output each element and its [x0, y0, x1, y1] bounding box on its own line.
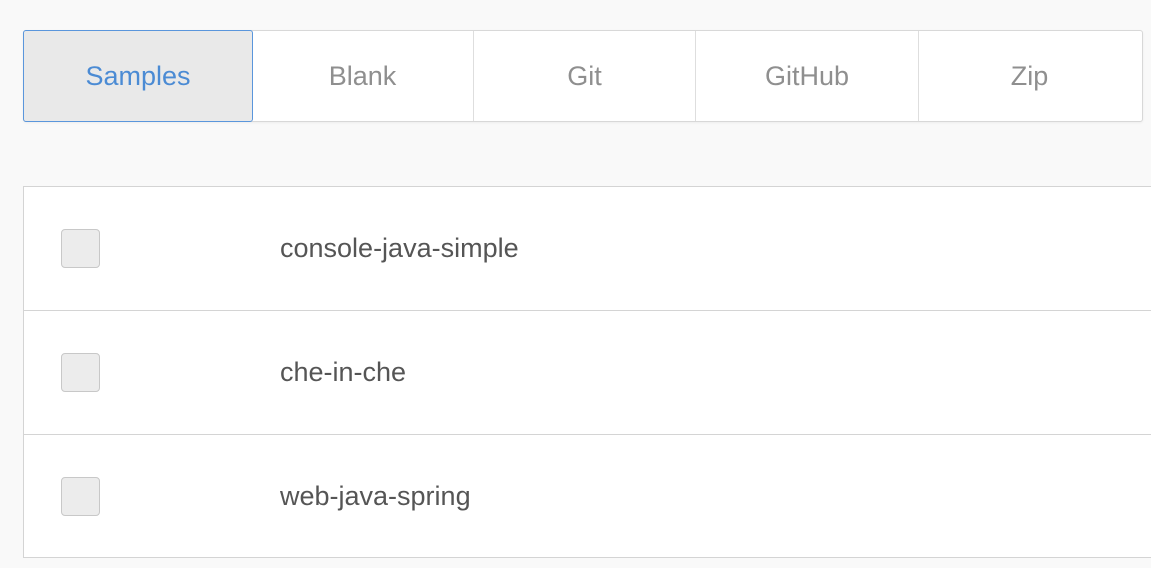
- source-type-tabs: Samples Blank Git GitHub Zip: [23, 30, 1143, 122]
- tab-zip[interactable]: Zip: [919, 31, 1140, 121]
- sample-checkbox[interactable]: [61, 477, 100, 516]
- tab-git[interactable]: Git: [474, 31, 696, 121]
- sample-name: web-java-spring: [280, 481, 471, 511]
- sample-checkbox[interactable]: [61, 353, 100, 392]
- sample-checkbox[interactable]: [61, 229, 100, 268]
- list-item[interactable]: web-java-spring: [24, 435, 1151, 558]
- tab-github[interactable]: GitHub: [696, 31, 919, 121]
- list-item[interactable]: console-java-simple: [24, 187, 1151, 311]
- list-item[interactable]: che-in-che: [24, 311, 1151, 435]
- samples-list: console-java-simple che-in-che web-java-…: [23, 186, 1151, 558]
- sample-name: console-java-simple: [280, 233, 519, 263]
- sample-name: che-in-che: [280, 357, 407, 387]
- tab-blank[interactable]: Blank: [252, 31, 474, 121]
- tab-samples[interactable]: Samples: [23, 30, 253, 122]
